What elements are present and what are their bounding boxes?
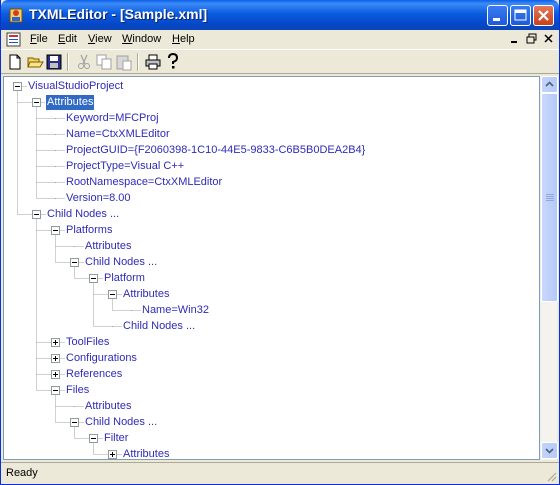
- minimize-button[interactable]: [487, 5, 508, 26]
- collapse-icon[interactable]: [51, 226, 60, 235]
- tree-node[interactable]: Keyword=MFCProj: [65, 111, 160, 126]
- tree-node[interactable]: Platforms: [65, 223, 113, 238]
- tree-node[interactable]: Platform: [103, 271, 146, 286]
- cut-icon[interactable]: [75, 53, 93, 71]
- tree-node[interactable]: ProjectGUID={F2060398-1C10-44E5-9833-C6B…: [65, 143, 366, 158]
- collapse-icon[interactable]: [89, 274, 98, 283]
- grip-line: [546, 198, 554, 199]
- child-minimize-icon[interactable]: [508, 32, 522, 46]
- tree-node[interactable]: VisualStudioProject: [27, 79, 124, 94]
- close-icon: [538, 10, 549, 21]
- scroll-down-button[interactable]: [541, 442, 558, 459]
- new-icon[interactable]: [6, 53, 24, 71]
- tree-node[interactable]: Attributes: [84, 239, 132, 254]
- window-title: TXMLEditor - [Sample.xml]: [29, 6, 208, 22]
- vertical-scrollbar[interactable]: [540, 76, 558, 460]
- minimize-icon: [493, 18, 500, 21]
- open-icon[interactable]: [26, 53, 44, 71]
- resize-grip-icon[interactable]: [545, 470, 557, 482]
- tree-node[interactable]: Child Nodes ...: [122, 319, 196, 334]
- document-icon[interactable]: [6, 32, 22, 47]
- grip-line: [546, 200, 554, 201]
- child-restore-icon[interactable]: [525, 32, 539, 46]
- scroll-up-button[interactable]: [541, 76, 558, 93]
- menu-file[interactable]: File: [30, 33, 48, 45]
- tree-node[interactable]: Child Nodes ...: [84, 255, 158, 270]
- status-bar: Ready: [1, 462, 559, 484]
- tree-node[interactable]: Name=Win32: [141, 303, 210, 318]
- expand-icon[interactable]: [51, 338, 60, 347]
- app-window: TXMLEditor - [Sample.xml] File Edit View…: [0, 0, 560, 485]
- chevron-down-icon: [545, 448, 554, 454]
- tree-node[interactable]: Version=8.00: [65, 191, 132, 206]
- grip-line: [546, 194, 554, 195]
- tree-node[interactable]: References: [65, 367, 123, 382]
- paste-icon[interactable]: [115, 53, 133, 71]
- collapse-icon[interactable]: [51, 386, 60, 395]
- expand-icon[interactable]: [108, 450, 117, 459]
- tree-node[interactable]: Name=CtxXMLEditor: [65, 127, 171, 142]
- xml-tree-view[interactable]: VisualStudioProject Attributes Keyword=MFC…: [3, 76, 540, 460]
- menu-bar: File Edit View Window Help: [1, 30, 559, 49]
- tree-node[interactable]: ToolFiles: [65, 335, 110, 350]
- tree-node[interactable]: Files: [65, 383, 90, 398]
- copy-icon[interactable]: [95, 53, 113, 71]
- collapse-icon[interactable]: [89, 434, 98, 443]
- close-button[interactable]: [533, 5, 554, 26]
- expand-icon[interactable]: [51, 354, 60, 363]
- collapse-icon[interactable]: [32, 210, 41, 219]
- tree-node[interactable]: Attributes: [122, 287, 170, 302]
- grip-line: [546, 196, 554, 197]
- menu-help[interactable]: Help: [172, 33, 195, 45]
- toolbar: [1, 49, 559, 74]
- toolbar-separator: [137, 53, 139, 71]
- tree-node[interactable]: Attributes: [84, 399, 132, 414]
- menu-edit[interactable]: Edit: [58, 33, 77, 45]
- chevron-up-icon: [545, 81, 554, 87]
- help-icon[interactable]: [164, 53, 182, 71]
- tree-node[interactable]: ProjectType=Visual C++: [65, 159, 185, 174]
- scroll-thumb[interactable]: [541, 93, 558, 302]
- tree-node[interactable]: Configurations: [65, 351, 138, 366]
- collapse-icon[interactable]: [70, 418, 79, 427]
- tree-node[interactable]: Child Nodes ...: [46, 207, 120, 222]
- collapse-icon[interactable]: [32, 98, 41, 107]
- collapse-icon[interactable]: [13, 82, 22, 91]
- toolbar-separator: [67, 53, 69, 71]
- print-icon[interactable]: [144, 53, 162, 71]
- app-icon[interactable]: [7, 6, 25, 24]
- tree-node[interactable]: Filter: [103, 431, 129, 446]
- save-icon[interactable]: [45, 53, 63, 71]
- child-close-icon[interactable]: [542, 32, 556, 46]
- tree-node[interactable]: Child Nodes ...: [84, 415, 158, 430]
- collapse-icon[interactable]: [108, 290, 117, 299]
- menu-view[interactable]: View: [88, 33, 112, 45]
- title-bar[interactable]: TXMLEditor - [Sample.xml]: [1, 0, 559, 30]
- tree-node[interactable]: Attributes: [122, 447, 170, 459]
- tree-node[interactable]: Attributes: [44, 94, 96, 111]
- tree-node[interactable]: RootNamespace=CtxXMLEditor: [65, 175, 223, 190]
- maximize-button[interactable]: [510, 5, 531, 26]
- menu-window[interactable]: Window: [122, 33, 161, 45]
- maximize-icon: [514, 9, 527, 21]
- expand-icon[interactable]: [51, 370, 60, 379]
- collapse-icon[interactable]: [70, 258, 79, 267]
- status-text: Ready: [6, 467, 38, 479]
